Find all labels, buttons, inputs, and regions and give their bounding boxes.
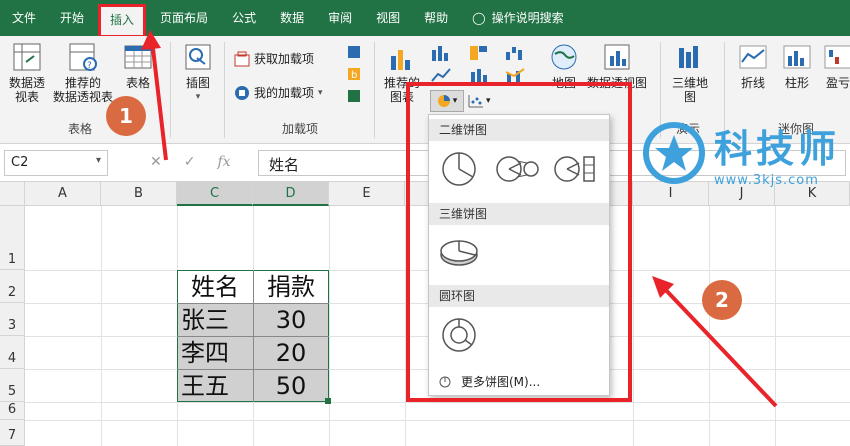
arrow-line bbox=[150, 39, 168, 161]
step-badge-1: 1 bbox=[106, 96, 146, 136]
arrow-head bbox=[141, 30, 161, 50]
annotation-arrows bbox=[141, 30, 778, 408]
step-badge-2: 2 bbox=[702, 280, 742, 320]
